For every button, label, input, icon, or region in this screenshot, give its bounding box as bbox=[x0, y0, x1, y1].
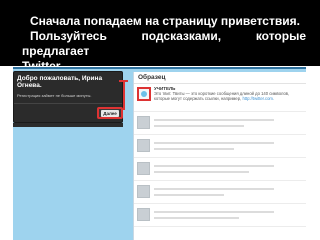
placeholder-tweet bbox=[134, 159, 306, 181]
hint-arrow-vertical bbox=[123, 82, 125, 110]
text-line bbox=[154, 194, 224, 196]
caption-line-1: Сначала попадаем на страницу приветствия… bbox=[30, 14, 300, 28]
text-line bbox=[154, 188, 274, 190]
top-bar bbox=[13, 67, 306, 69]
placeholder-tweet bbox=[134, 113, 306, 135]
avatar bbox=[137, 162, 150, 175]
panel-title: Образец bbox=[138, 74, 166, 81]
welcome-divider bbox=[14, 103, 122, 104]
tweet-link[interactable]: http://twitter.com. bbox=[242, 96, 274, 101]
placeholder-tweet bbox=[134, 136, 306, 158]
avatar bbox=[137, 87, 151, 101]
avatar bbox=[137, 208, 150, 221]
sample-tweet: УЧИТЕЛЬ Это твит. Твиты — это короткие с… bbox=[134, 84, 306, 112]
text-line bbox=[154, 171, 249, 173]
text-line bbox=[154, 119, 274, 121]
avatar bbox=[137, 185, 150, 198]
text-line bbox=[154, 142, 274, 144]
placeholder-tweet bbox=[134, 182, 306, 204]
twitter-screenshot: Добро пожаловать, Ирина Огнева. Регистра… bbox=[13, 67, 306, 240]
text-line bbox=[154, 211, 274, 213]
text-line bbox=[154, 217, 239, 219]
placeholder-tweet bbox=[134, 205, 306, 227]
next-button[interactable]: Далее bbox=[101, 110, 119, 117]
tweet-text: Это твит. Твиты — это короткие сообщения… bbox=[154, 91, 294, 101]
caption-line-2: Пользуйтесь подсказками, которые предлаг… bbox=[22, 29, 306, 58]
slide-caption: Сначала попадаем на страницу приветствия… bbox=[0, 0, 320, 73]
timeline-panel: Образец УЧИТЕЛЬ Это твит. Твиты — это ко… bbox=[133, 72, 306, 240]
text-line bbox=[154, 165, 274, 167]
welcome-subtitle: Регистрация займет не больше минуты. bbox=[17, 93, 92, 98]
avatar bbox=[137, 139, 150, 152]
bird-icon bbox=[141, 91, 147, 97]
avatar bbox=[137, 116, 150, 129]
text-line bbox=[154, 125, 244, 127]
welcome-title: Добро пожаловать, Ирина Огнева. bbox=[17, 75, 103, 89]
text-line bbox=[154, 148, 234, 150]
next-button-highlight: Далее bbox=[97, 107, 123, 119]
welcome-popup-footer bbox=[13, 123, 123, 127]
